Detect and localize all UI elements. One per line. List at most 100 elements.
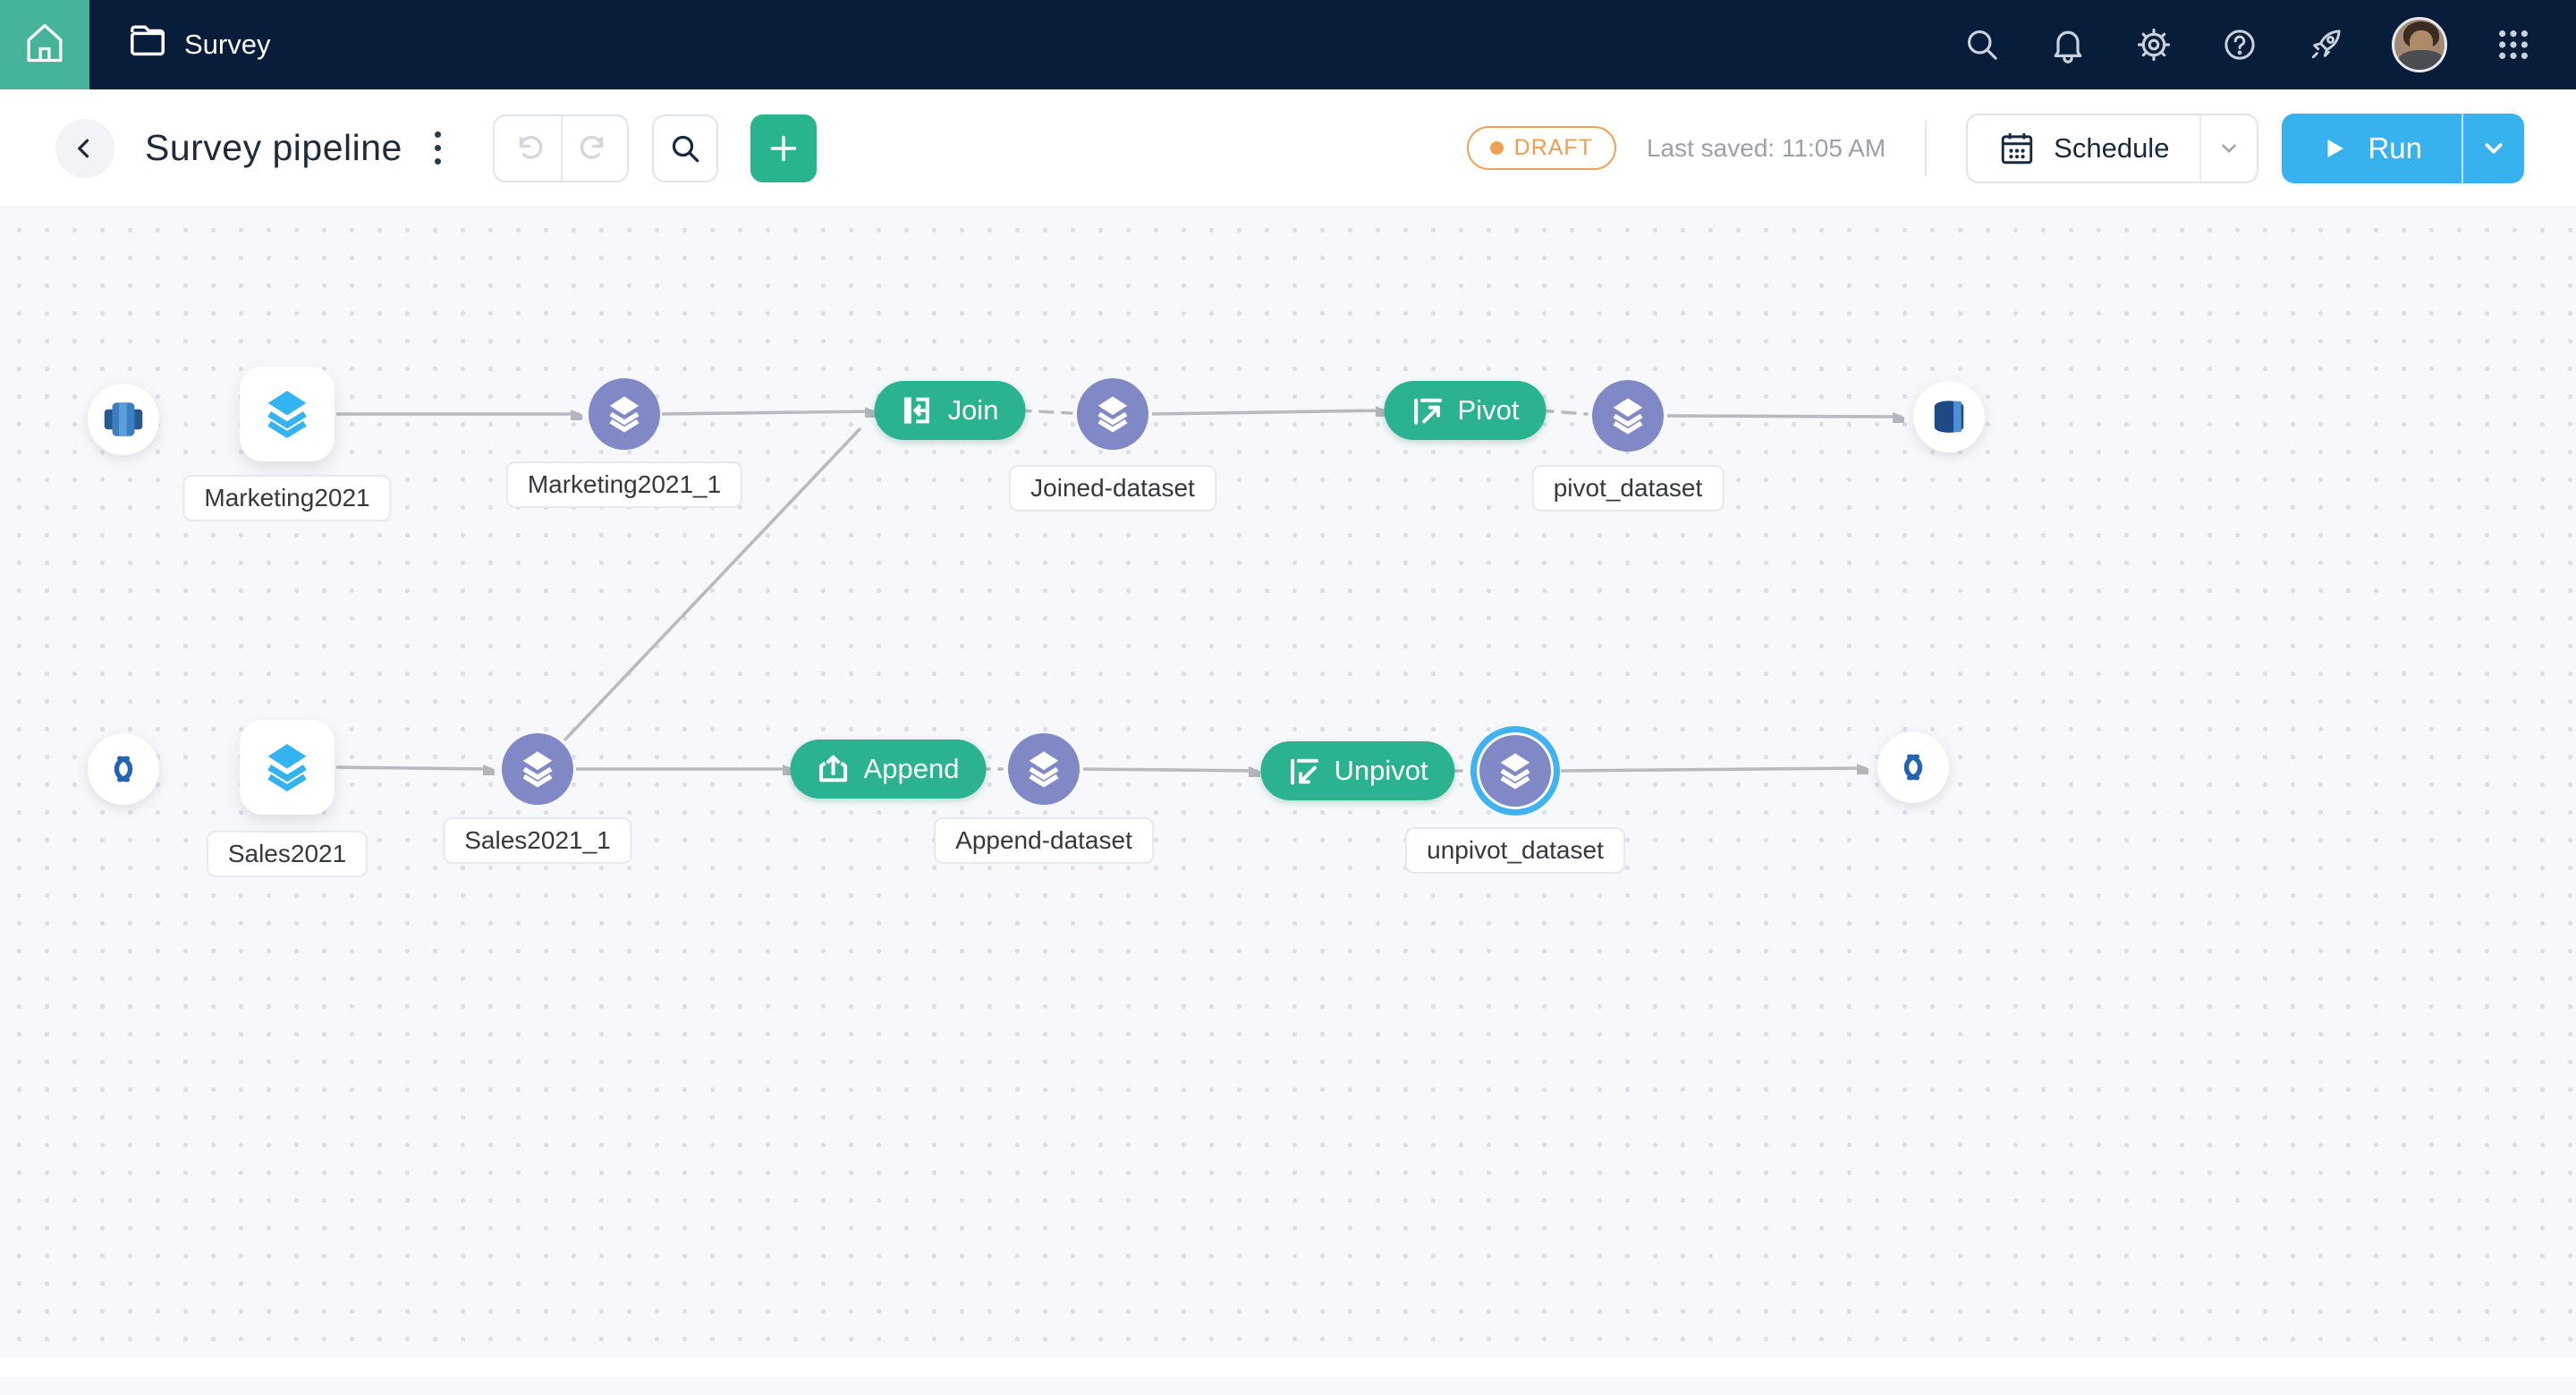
dataset-marketing2021-1[interactable] [589, 378, 660, 450]
node-join[interactable]: Join [875, 381, 1026, 440]
node-source-table[interactable] [88, 384, 159, 455]
node-append-dataset[interactable] [1008, 733, 1080, 805]
connector-source-link[interactable] [88, 733, 159, 805]
status-badge: DRAFT [1467, 126, 1616, 170]
home-icon [21, 20, 68, 71]
dataset-joined-dataset[interactable] [1077, 378, 1148, 450]
transform-append[interactable]: Append [791, 740, 987, 799]
node-unpivot-dataset[interactable] [1479, 735, 1551, 807]
node-source-link[interactable] [88, 733, 159, 805]
calendar-icon [1998, 130, 2036, 167]
dataset-unpivot-dataset[interactable] [1479, 735, 1551, 807]
run-dropdown-button[interactable] [2462, 114, 2524, 183]
undo-icon [510, 131, 546, 166]
run-button[interactable]: Run [2282, 114, 2462, 183]
node-pivot[interactable]: Pivot [1385, 381, 1546, 440]
transform-label: Unpivot [1334, 755, 1428, 787]
unpivot-icon [1287, 755, 1319, 787]
pipeline-edge [662, 411, 874, 414]
workspace-label: Survey [184, 29, 270, 61]
schedule-label: Schedule [2054, 132, 2169, 165]
pipeline-edge [1561, 768, 1866, 771]
transform-pivot[interactable]: Pivot [1385, 381, 1546, 440]
play-icon [2321, 135, 2348, 162]
add-node-button[interactable] [750, 114, 817, 182]
canvas-search-button[interactable] [652, 114, 718, 182]
more-options-kebab-icon[interactable] [426, 123, 450, 173]
node-dest-database[interactable] [1913, 381, 1985, 452]
workspace-breadcrumb[interactable]: Survey [127, 21, 270, 69]
apps-grid-icon[interactable] [2494, 25, 2533, 64]
node-sales2021[interactable] [240, 720, 335, 815]
last-saved-text: Last saved: 11:05 AM [1647, 134, 1885, 163]
node-marketing2021-1[interactable] [589, 378, 660, 450]
layers-icon [1608, 396, 1648, 435]
settings-gear-icon[interactable] [2134, 25, 2174, 64]
layers-icon [1024, 749, 1063, 789]
user-avatar[interactable] [2392, 17, 2447, 72]
node-label-marketing2021[interactable]: Marketing2021 [182, 475, 391, 521]
node-sales2021-1[interactable] [502, 733, 573, 805]
connector-dest-link[interactable] [1877, 731, 1949, 803]
node-label-unpivot-dataset[interactable]: unpivot_dataset [1405, 827, 1625, 874]
node-label-marketing2021-1[interactable]: Marketing2021_1 [506, 461, 742, 508]
node-label-joined-dataset[interactable]: Joined-dataset [1009, 465, 1216, 512]
node-marketing2021[interactable] [240, 367, 335, 461]
pipeline-edge [1667, 416, 1902, 417]
schedule-dropdown-button[interactable] [2199, 115, 2257, 182]
history-buttons [493, 114, 629, 182]
transform-label: Pivot [1458, 394, 1520, 427]
divider [1925, 121, 1927, 176]
chevron-down-icon [2480, 135, 2507, 162]
dataset-pivot-dataset[interactable] [1592, 380, 1664, 452]
pipeline-edge [1018, 410, 1072, 413]
layers-icon [261, 388, 313, 440]
search-icon[interactable] [1962, 25, 2002, 64]
dataset-sales2021-1[interactable] [502, 733, 573, 805]
node-label-pivot-dataset[interactable]: pivot_dataset [1532, 465, 1724, 512]
schedule-button[interactable]: Schedule [1968, 115, 2199, 182]
append-icon [818, 753, 850, 785]
undo-button[interactable] [495, 116, 561, 181]
transform-join[interactable]: Join [875, 381, 1026, 440]
connector-source-table[interactable] [88, 384, 159, 455]
back-button[interactable] [55, 119, 114, 178]
link-rings-icon [1888, 749, 1938, 785]
dataset-card-sales2021[interactable] [240, 720, 335, 815]
run-button-group: Run [2282, 114, 2524, 183]
layers-icon [605, 394, 644, 434]
pipeline-edge [336, 767, 492, 769]
transform-label: Append [864, 753, 960, 785]
page-title: Survey pipeline [145, 127, 402, 169]
pivot-icon [1411, 394, 1444, 427]
whats-new-rocket-icon[interactable] [2306, 25, 2345, 64]
dataset-append-dataset[interactable] [1008, 733, 1080, 805]
node-label-sales2021-1[interactable]: Sales2021_1 [443, 817, 631, 864]
layers-icon [1093, 394, 1132, 434]
connector-dest-database[interactable] [1913, 381, 1985, 452]
notifications-bell-icon[interactable] [2048, 25, 2088, 64]
join-icon [902, 394, 934, 427]
folder-icon [127, 21, 168, 69]
layers-icon [518, 749, 557, 789]
node-append[interactable]: Append [791, 740, 987, 799]
node-label-append-dataset[interactable]: Append-dataset [934, 817, 1154, 864]
canvas-bottom-strip [0, 1359, 2576, 1377]
pipeline-canvas[interactable]: Marketing2021 Marketing2021_1 Join Joine… [0, 207, 2576, 1377]
schedule-button-group: Schedule [1966, 114, 2258, 183]
node-pivot-dataset[interactable] [1592, 380, 1664, 452]
redo-button[interactable] [561, 116, 627, 181]
redo-icon [577, 131, 613, 166]
dataset-card-marketing2021[interactable] [240, 367, 335, 461]
node-unpivot[interactable]: Unpivot [1260, 741, 1454, 800]
help-icon[interactable] [2220, 25, 2259, 64]
pipeline-toolbar: Survey pipeline DRAFT Last saved: 11:05 … [0, 89, 2576, 207]
transform-label: Join [948, 394, 999, 427]
node-label-sales2021[interactable]: Sales2021 [207, 831, 368, 877]
transform-unpivot[interactable]: Unpivot [1260, 741, 1454, 800]
chevron-down-icon [2217, 137, 2241, 160]
search-icon [667, 131, 703, 166]
node-joined-dataset[interactable] [1077, 378, 1148, 450]
home-button[interactable] [0, 0, 89, 89]
node-dest-link[interactable] [1877, 731, 1949, 803]
